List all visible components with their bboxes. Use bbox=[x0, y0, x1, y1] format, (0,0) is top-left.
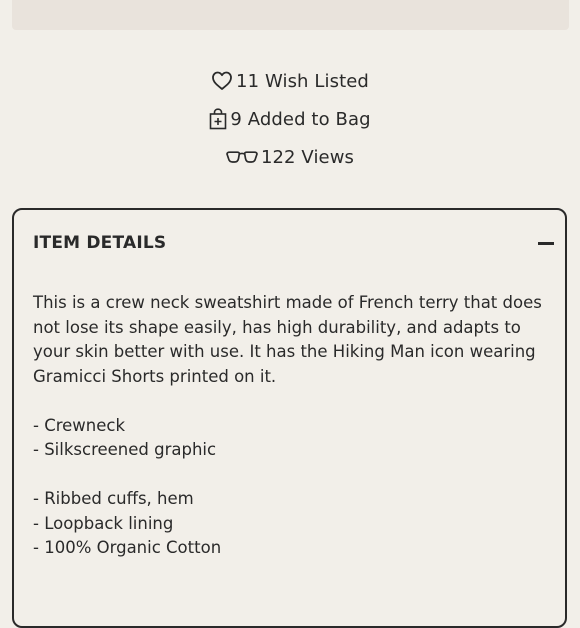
added-to-bag-label: 9 Added to Bag bbox=[230, 108, 371, 130]
minus-icon[interactable] bbox=[538, 241, 554, 245]
views-label: 122 Views bbox=[260, 146, 355, 168]
glasses-icon bbox=[226, 149, 258, 165]
feature-list-2: - Ribbed cuffs, hem - Loopback lining - … bbox=[33, 487, 548, 561]
list-item: - Silkscreened graphic bbox=[33, 440, 217, 459]
heart-icon bbox=[211, 71, 233, 91]
wish-listed-label: 11 Wish Listed bbox=[236, 70, 369, 92]
item-stats: 11 Wish Listed 9 Added to Bag 122 Views bbox=[0, 62, 580, 176]
item-details-toggle[interactable]: ITEM DETAILS bbox=[33, 230, 554, 256]
list-item: - 100% Organic Cotton bbox=[33, 538, 222, 557]
item-details-body: This is a crew neck sweatshirt made of F… bbox=[33, 291, 548, 585]
list-item: - Ribbed cuffs, hem bbox=[33, 489, 194, 508]
item-details-title: ITEM DETAILS bbox=[33, 233, 167, 253]
feature-list-1: - Crewneck - Silkscreened graphic bbox=[33, 414, 548, 463]
item-description: This is a crew neck sweatshirt made of F… bbox=[33, 293, 542, 386]
image-carousel-bottom bbox=[12, 0, 569, 30]
added-to-bag-stat: 9 Added to Bag bbox=[0, 100, 580, 138]
views-stat: 122 Views bbox=[0, 138, 580, 176]
list-item: - Loopback lining bbox=[33, 513, 174, 533]
item-details-panel: ITEM DETAILS This is a crew neck sweatsh… bbox=[12, 208, 567, 628]
list-item: - Crewneck bbox=[33, 415, 126, 435]
wish-listed-stat: 11 Wish Listed bbox=[0, 62, 580, 100]
shopping-bag-icon bbox=[209, 108, 227, 130]
